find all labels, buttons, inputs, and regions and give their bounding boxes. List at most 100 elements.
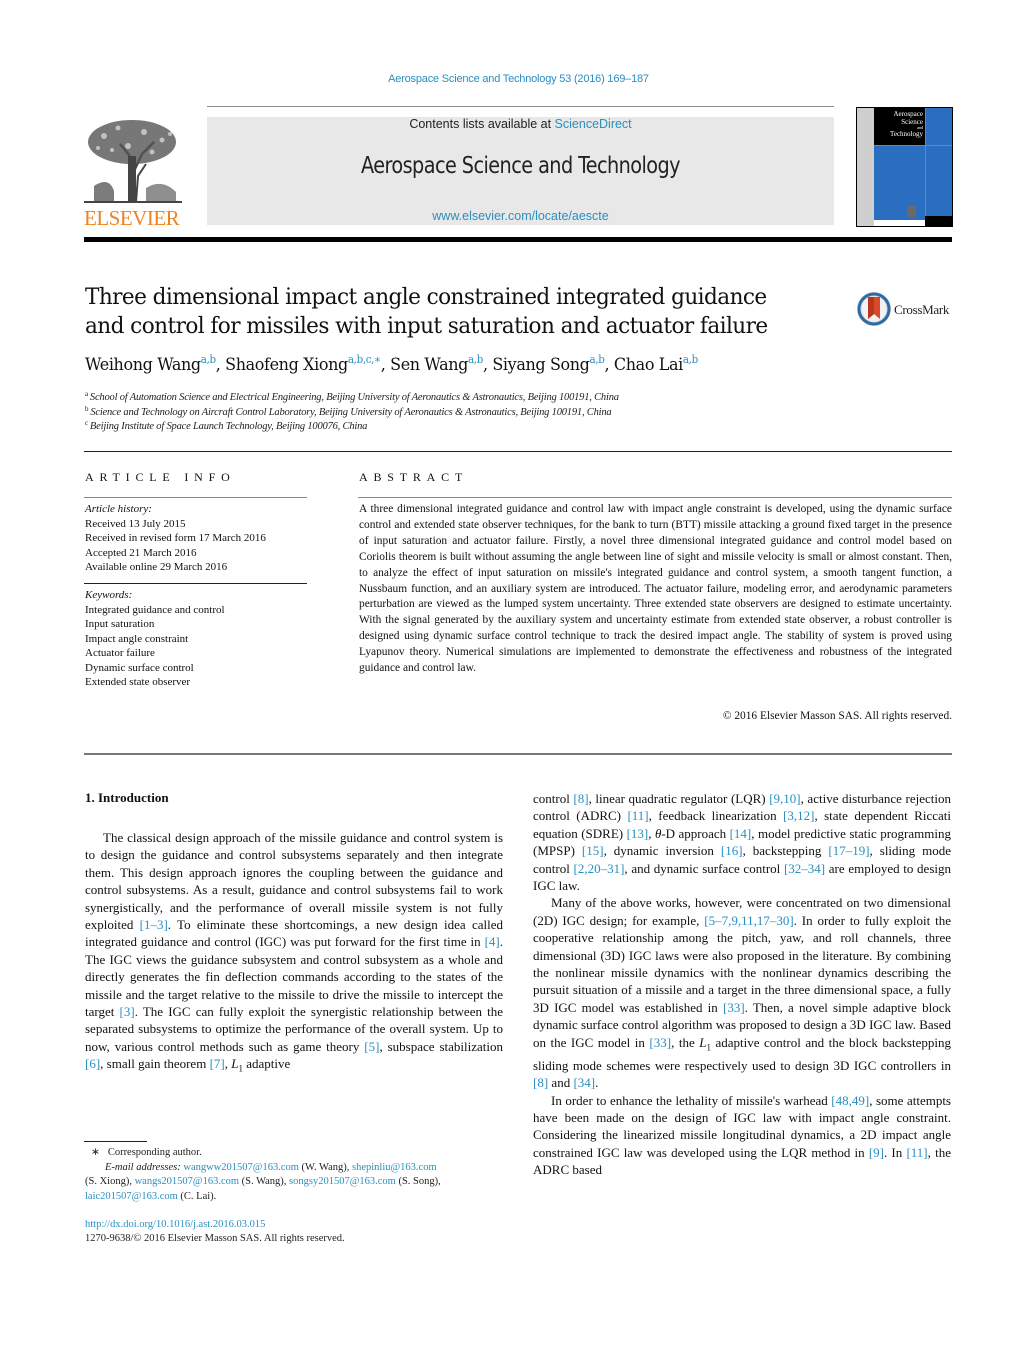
citation-link[interactable]: [1–3] — [140, 917, 168, 932]
journal-reference-link[interactable]: Aerospace Science and Technology 53 (201… — [0, 73, 1020, 85]
section-heading-introduction: 1. Introduction — [85, 790, 169, 805]
affiliation-text: School of Automation Science and Electri… — [89, 392, 619, 403]
paper-title: Three dimensional impact angle constrain… — [85, 284, 768, 339]
citation-link[interactable]: [2,20–31] — [574, 861, 625, 876]
author-separator: , — [604, 355, 614, 375]
body-column-right: control [8], linear quadratic regulator … — [533, 790, 951, 1179]
crossmark-badge[interactable]: CrossMark — [856, 291, 956, 329]
text-run: , small gain theorem — [100, 1056, 210, 1072]
journal-cover-thumbnail[interactable]: Aerospace Science and Technology — [856, 107, 953, 227]
text-run: -D approach — [661, 825, 730, 841]
keyword-item: Impact angle constraint — [85, 632, 189, 645]
text-run: control — [533, 791, 574, 806]
citation-link[interactable]: [5] — [364, 1039, 379, 1054]
crossmark-label: CrossMark — [894, 302, 950, 317]
citation-link[interactable]: [9] — [869, 1145, 884, 1160]
section-divider — [84, 451, 952, 452]
sciencedirect-link[interactable]: ScienceDirect — [555, 117, 632, 131]
author-affiliation-marker[interactable]: a,b — [590, 353, 605, 366]
article-history: Article history: Received 13 July 2015 R… — [85, 502, 310, 575]
citation-link[interactable]: [3,12] — [783, 808, 814, 823]
asterisk-marker: ∗ — [91, 1147, 100, 1158]
citation-link[interactable]: [8] — [573, 791, 588, 806]
citation-link[interactable]: [15] — [582, 843, 604, 858]
citation-link[interactable]: [7] — [210, 1056, 225, 1071]
email-link[interactable]: wangs201507@163.com — [135, 1176, 239, 1187]
citation-link[interactable]: [16] — [721, 843, 743, 858]
email-link[interactable]: shepinliu@163.com — [352, 1162, 437, 1173]
cover-elsevier-icon — [907, 206, 916, 217]
citation-link[interactable]: [17–19] — [828, 843, 869, 858]
corresponding-author-note: ∗ Corresponding author. — [85, 1146, 515, 1161]
citation-link[interactable]: [6] — [85, 1056, 100, 1071]
affiliation-marker: b — [85, 404, 89, 413]
history-item: Received in revised form 17 March 2016 — [85, 532, 266, 544]
text-run: , the — [671, 1034, 700, 1050]
cover-divider-horizontal — [874, 145, 952, 146]
author-list: Weihong Wanga,b, Shaofeng Xionga,b,c,∗, … — [85, 353, 893, 375]
email-owner: (C. Lai). — [177, 1190, 217, 1202]
citation-link[interactable]: [5–7,9,11,17–30] — [704, 913, 793, 928]
cover-title-line: Technology — [890, 130, 923, 138]
citation-link[interactable]: [4] — [485, 934, 500, 949]
header-thick-rule — [84, 237, 952, 242]
email-link[interactable]: songsy201507@163.com — [289, 1176, 396, 1187]
citation-link[interactable]: [14] — [730, 826, 752, 841]
keyword-item: Integrated guidance and control — [85, 603, 225, 616]
citation-link[interactable]: [8] — [533, 1075, 548, 1090]
affiliation-text: Beijing Institute of Space Launch Techno… — [89, 421, 368, 432]
author-affiliation-marker[interactable]: a,b — [201, 353, 216, 366]
elsevier-tree-icon — [84, 120, 182, 203]
email-link[interactable]: laic201507@163.com — [85, 1191, 178, 1202]
cover-divider-vertical — [925, 108, 926, 216]
affiliation-text: Science and Technology on Aircraft Contr… — [90, 406, 612, 418]
elsevier-wordmark: ELSEVIER — [84, 206, 180, 230]
cover-gray-strip — [857, 108, 874, 226]
abstract-divider — [358, 497, 952, 498]
author-name[interactable]: Siyang Song — [492, 355, 590, 375]
text-run: , linear quadratic regulator (LQR) — [588, 791, 770, 806]
citation-link[interactable]: [32–34] — [784, 861, 825, 876]
citation-link[interactable]: [11] — [627, 808, 648, 823]
text-run: , backstepping — [742, 843, 829, 859]
issn-copyright: 1270-9638/© 2016 Elsevier Masson SAS. Al… — [85, 1233, 345, 1244]
journal-url-link[interactable]: www.elsevier.com/locate/aescte — [207, 209, 834, 223]
body-column-left: The classical design approach of the mis… — [85, 829, 503, 1078]
doi-link[interactable]: http://dx.doi.org/10.1016/j.ast.2016.03.… — [85, 1219, 265, 1230]
citation-link[interactable]: [48,49] — [831, 1093, 869, 1108]
citation-link[interactable]: [33] — [649, 1035, 671, 1050]
citation-link[interactable]: [34] — [573, 1075, 595, 1090]
history-item: Received 13 July 2015 — [85, 517, 186, 530]
paragraph: In order to enhance the lethality of mis… — [533, 1092, 951, 1179]
author-affiliation-marker[interactable]: a,b,c,∗ — [348, 353, 381, 366]
elsevier-logo[interactable]: ELSEVIER — [84, 116, 184, 230]
author-name[interactable]: Weihong Wang — [85, 355, 201, 375]
history-item: Available online 29 March 2016 — [85, 561, 228, 573]
author-name[interactable]: Chao Lai — [614, 355, 683, 375]
author-separator: , — [215, 355, 226, 375]
author-name[interactable]: Sen Wang — [390, 355, 468, 375]
affiliation-list: a School of Automation Science and Electr… — [85, 391, 945, 435]
citation-link[interactable]: [13] — [627, 826, 649, 841]
email-link[interactable]: wangww201507@163.com — [183, 1162, 299, 1173]
text-run: . In — [883, 1144, 907, 1160]
contents-available-line: Contents lists available at ScienceDirec… — [207, 117, 834, 131]
paragraph: The classical design approach of the mis… — [85, 829, 503, 1078]
paragraph: Many of the above works, however, were c… — [533, 894, 951, 1091]
contents-prefix: Contents lists available at — [409, 117, 555, 131]
article-info-heading: ARTICLE INFO — [85, 470, 236, 484]
keywords-list: Keywords: Integrated guidance and contro… — [85, 588, 310, 690]
citation-link[interactable]: [11] — [906, 1145, 927, 1160]
email-addresses: E-mail addresses: wangww201507@163.com (… — [85, 1161, 515, 1176]
author-affiliation-marker[interactable]: a,b — [683, 353, 698, 366]
author-separator: , — [482, 355, 493, 375]
abstract-body: A three dimensional integrated guidance … — [359, 503, 952, 675]
footnotes: ∗ Corresponding author. E-mail addresses:… — [85, 1146, 515, 1204]
citation-link[interactable]: [3] — [120, 1004, 135, 1019]
citation-link[interactable]: [33] — [723, 1000, 745, 1015]
text-run: In order to enhance the lethality of mis… — [551, 1092, 832, 1108]
header-top-rule — [207, 106, 834, 107]
author-affiliation-marker[interactable]: a,b — [468, 353, 483, 366]
author-name[interactable]: Shaofeng Xiong — [225, 355, 348, 375]
citation-link[interactable]: [9,10] — [769, 791, 800, 806]
